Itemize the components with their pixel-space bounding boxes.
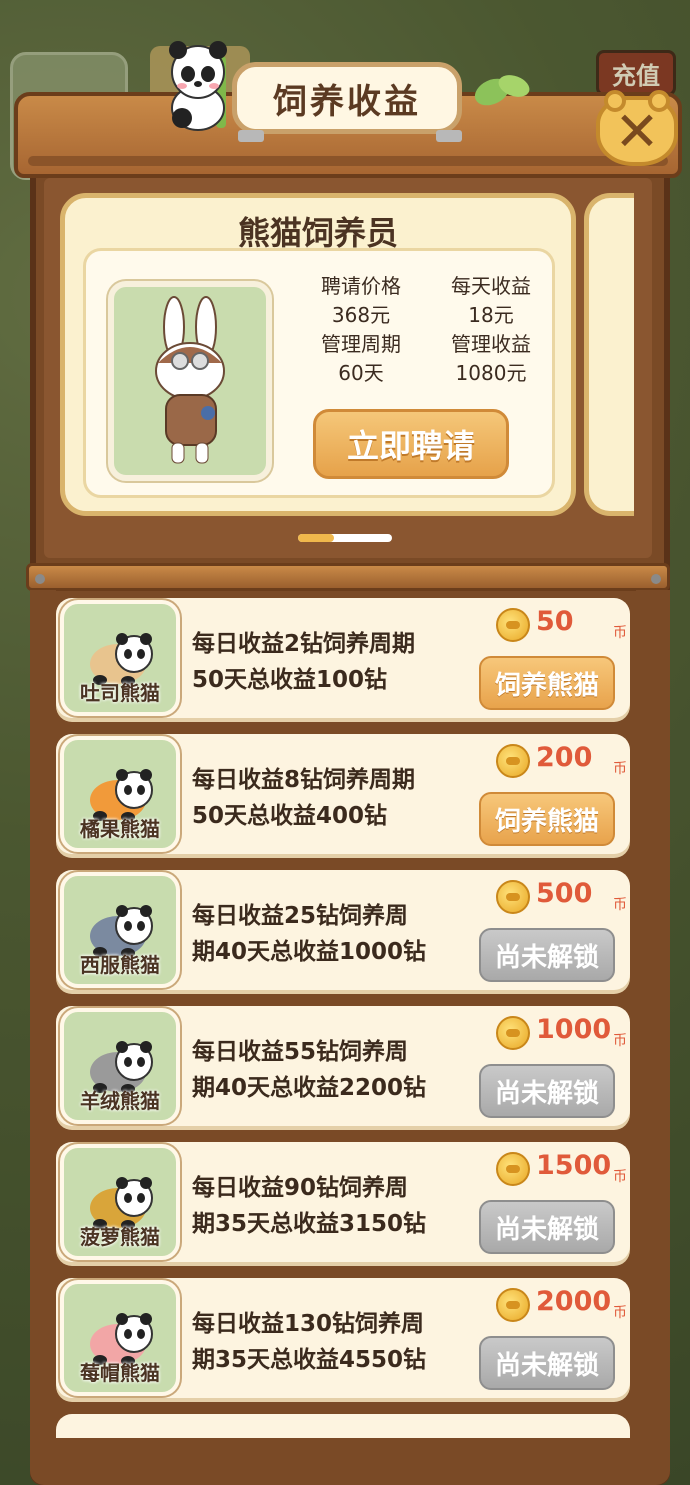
panda-description: 每日收益8钻饲养周期 50天总收益400钻	[192, 762, 462, 834]
panda-description-line: 期40天总收益2200钻	[192, 1075, 427, 1101]
carousel-indicator	[298, 534, 392, 542]
panda-row: 莓帽熊猫 每日收益130钻饲养周 期35天总收益4550钻 2000 币 尚未解…	[56, 1278, 630, 1398]
hire-price-value: 368元	[331, 303, 391, 327]
panda-row: 菠萝熊猫 每日收益90钻饲养周 期35天总收益3150钻 1500 币 尚未解锁	[56, 1142, 630, 1262]
price-unit: 币	[613, 1305, 627, 1321]
coin-icon	[496, 1152, 530, 1186]
panda-description-line: 每日收益2钻饲养周期	[192, 631, 416, 657]
panda-thumbnail: 橘果熊猫	[60, 736, 180, 852]
close-button[interactable]: ✕	[596, 90, 678, 166]
cabinet-bottom	[30, 1440, 670, 1485]
panda-thumbnail: 羊绒熊猫	[60, 1008, 180, 1124]
panda-price: 50	[536, 606, 574, 637]
panda-name: 菠萝熊猫	[80, 1225, 160, 1249]
panda-description: 每日收益55钻饲养周 期40天总收益2200钻	[192, 1034, 462, 1106]
cabinet-side	[636, 590, 670, 1450]
coin-icon	[496, 608, 530, 642]
panda-description: 每日收益2钻饲养周期 50天总收益100钻	[192, 626, 462, 698]
close-button-ear	[648, 90, 670, 112]
panda-description: 每日收益25钻饲养周 期40天总收益1000钻	[192, 898, 462, 970]
shelf-divider	[26, 563, 670, 591]
panda-name: 吐司熊猫	[80, 681, 160, 705]
panda-description-line: 期35天总收益3150钻	[192, 1211, 427, 1237]
price-unit: 币	[613, 1169, 627, 1185]
panda-description-line: 每日收益25钻饲养周	[192, 903, 409, 929]
feed-panda-button[interactable]: 饲养熊猫	[479, 792, 615, 846]
manage-income-value: 1080元	[455, 361, 527, 385]
panda-price: 500	[536, 878, 593, 909]
title-pin	[436, 130, 462, 142]
panda-description-line: 每日收益90钻饲养周	[192, 1175, 409, 1201]
panda-name: 橘果熊猫	[80, 817, 160, 841]
panda-price: 1000	[536, 1014, 612, 1045]
panda-description-line: 每日收益130钻饲养周	[192, 1311, 425, 1337]
panda-thumbnail: 菠萝熊猫	[60, 1144, 180, 1260]
locked-button[interactable]: 尚未解锁	[479, 1200, 615, 1254]
daily-income-label: 每天收益	[451, 274, 531, 298]
title-pin	[238, 130, 264, 142]
keeper-stats: 聘请价格 每天收益 368元 18元 管理周期 管理收益 60天 1080元	[296, 273, 556, 387]
cabinet-side	[30, 590, 56, 1450]
feed-panda-button[interactable]: 饲养熊猫	[479, 656, 615, 710]
panda-price: 200	[536, 742, 593, 773]
price-unit: 币	[613, 1033, 627, 1049]
panda-row: 吐司熊猫 每日收益2钻饲养周期 50天总收益100钻 50 币 饲养熊猫	[56, 598, 630, 718]
panda-description-line: 50天总收益100钻	[192, 667, 388, 693]
locked-button[interactable]: 尚未解锁	[479, 928, 615, 982]
panda-description-line: 期40天总收益1000钻	[192, 939, 427, 965]
panda-row-partial	[56, 1414, 630, 1438]
manage-period-value: 60天	[338, 361, 384, 385]
leaf-icon	[474, 75, 530, 106]
panda-thumbnail: 莓帽熊猫	[60, 1280, 180, 1396]
manage-period-label: 管理周期	[321, 332, 401, 356]
shelf-nail	[651, 574, 661, 584]
panda-price: 1500	[536, 1150, 612, 1181]
panda-thumbnail: 吐司熊猫	[60, 600, 180, 716]
panda-description-line: 50天总收益400钻	[192, 803, 388, 829]
panda-row: 橘果熊猫 每日收益8钻饲养周期 50天总收益400钻 200 币 饲养熊猫	[56, 734, 630, 854]
panda-row: 西服熊猫 每日收益25钻饲养周 期40天总收益1000钻 500 币 尚未解锁	[56, 870, 630, 990]
coin-icon	[496, 1288, 530, 1322]
panda-description: 每日收益130钻饲养周 期35天总收益4550钻	[192, 1306, 462, 1378]
close-button-ear	[604, 90, 626, 112]
panda-description: 每日收益90钻饲养周 期35天总收益3150钻	[192, 1170, 462, 1242]
panda-description-line: 每日收益55钻饲养周	[192, 1039, 409, 1065]
coin-icon	[496, 880, 530, 914]
keeper-card-body: 聘请价格 每天收益 368元 18元 管理周期 管理收益 60天 1080元 立…	[83, 248, 555, 498]
panda-thumbnail: 西服熊猫	[60, 872, 180, 988]
locked-button[interactable]: 尚未解锁	[479, 1064, 615, 1118]
carousel-indicator-active	[298, 534, 334, 542]
panda-name: 羊绒熊猫	[80, 1089, 160, 1113]
panda-name: 莓帽熊猫	[80, 1361, 160, 1385]
coin-icon	[496, 744, 530, 778]
coin-icon	[496, 1016, 530, 1050]
keeper-portrait	[108, 281, 272, 481]
locked-button[interactable]: 尚未解锁	[479, 1336, 615, 1390]
panda-name: 西服熊猫	[80, 953, 160, 977]
rabbit-keeper-icon	[155, 296, 225, 464]
page-title: 饲养收益	[232, 62, 462, 134]
panda-description-line: 期35天总收益4550钻	[192, 1347, 427, 1373]
price-unit: 币	[613, 897, 627, 913]
next-keeper-card[interactable]	[584, 193, 634, 516]
price-unit: 币	[613, 761, 627, 777]
panda-row: 羊绒熊猫 每日收益55钻饲养周 期40天总收益2200钻 1000 币 尚未解锁	[56, 1006, 630, 1126]
panda-price: 2000	[536, 1286, 612, 1317]
price-unit: 币	[613, 625, 627, 641]
keeper-card: 熊猫饲养员 聘请价格 每天收益 368元 18元 管理周期 管理收益 60天 1…	[60, 193, 576, 516]
panda-list[interactable]: 吐司熊猫 每日收益2钻饲养周期 50天总收益100钻 50 币 饲养熊猫 橘果熊…	[56, 598, 636, 1438]
hire-price-label: 聘请价格	[321, 274, 401, 298]
panda-description-line: 每日收益8钻饲养周期	[192, 767, 416, 793]
manage-income-label: 管理收益	[451, 332, 531, 356]
shelf-nail	[35, 574, 45, 584]
recharge-button[interactable]: 充值	[596, 50, 676, 96]
daily-income-value: 18元	[468, 303, 514, 327]
hire-now-button[interactable]: 立即聘请	[313, 409, 509, 479]
